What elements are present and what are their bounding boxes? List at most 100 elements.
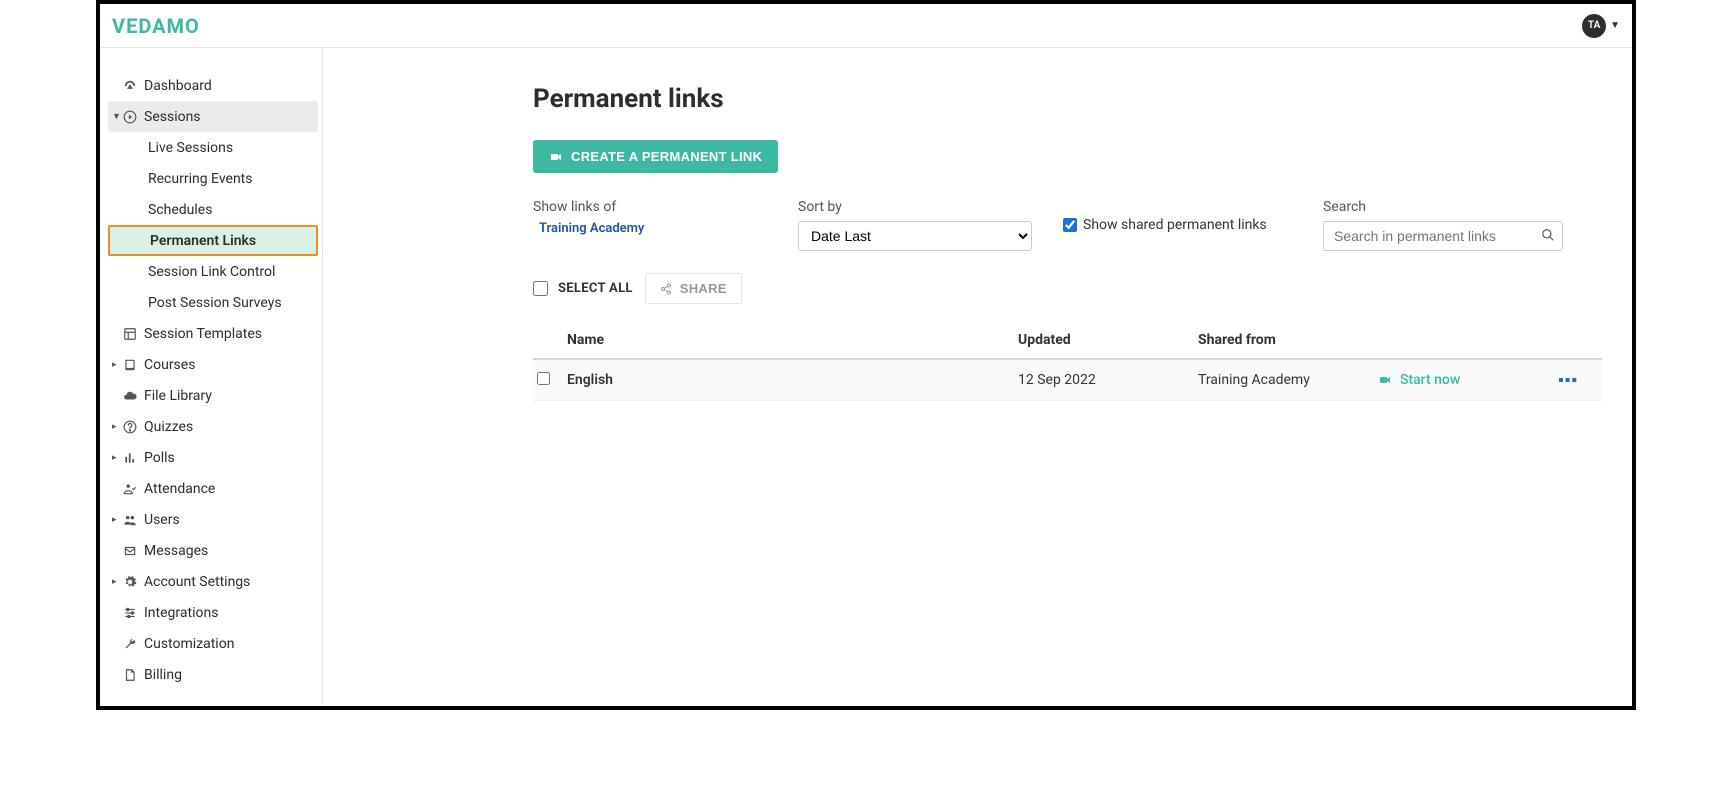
sidebar-item-label: Session Templates xyxy=(144,326,262,342)
sidebar-item-label: Billing xyxy=(144,667,182,683)
filter-label: Show links of xyxy=(533,199,798,215)
table-header: Name Updated Shared from xyxy=(533,322,1602,360)
page-title: Permanent links xyxy=(533,84,1602,114)
sidebar-item-label: Recurring Events xyxy=(148,171,253,187)
sidebar-item-messages[interactable]: Messages xyxy=(108,535,322,566)
filter-show-links-link[interactable]: Training Academy xyxy=(533,221,798,236)
sidebar-item-label: Polls xyxy=(144,450,175,466)
logo[interactable]: VEDAMO xyxy=(112,14,200,38)
chevron-right-icon: ▸ xyxy=(112,577,117,587)
start-now-link[interactable]: Start now xyxy=(1378,372,1558,388)
sidebar-item-post-session-surveys[interactable]: Post Session Surveys xyxy=(108,287,322,318)
user-menu[interactable]: TA ▼ xyxy=(1582,14,1620,38)
sidebar-item-label: Integrations xyxy=(144,605,218,621)
sidebar-item-account-settings[interactable]: ▸ Account Settings xyxy=(108,566,322,597)
search-icon[interactable] xyxy=(1541,228,1555,242)
search-input[interactable] xyxy=(1323,221,1563,251)
sidebar-item-label: Users xyxy=(144,512,180,528)
template-icon xyxy=(122,327,138,341)
file-icon xyxy=(122,668,138,682)
sidebar-item-schedules[interactable]: Schedules xyxy=(108,194,322,225)
sidebar-item-attendance[interactable]: Attendance xyxy=(108,473,322,504)
sliders-icon xyxy=(122,606,138,620)
sidebar-item-permanent-links[interactable]: Permanent Links xyxy=(108,225,318,256)
wrench-icon xyxy=(122,637,138,651)
sidebar: Dashboard ▼ Sessions Live Sessions Recur… xyxy=(100,48,323,706)
filter-show-links: Show links of Training Academy xyxy=(533,199,798,236)
sidebar-item-courses[interactable]: ▸ Courses xyxy=(108,349,322,380)
users-icon xyxy=(122,513,138,527)
share-button[interactable]: SHARE xyxy=(645,273,742,304)
share-icon xyxy=(660,283,672,295)
sidebar-item-polls[interactable]: ▸ Polls xyxy=(108,442,322,473)
more-actions-button[interactable]: ▪▪▪ xyxy=(1558,370,1598,390)
checkbox-label: Show shared permanent links xyxy=(1083,217,1267,233)
links-table: Name Updated Shared from English 12 Sep … xyxy=(533,322,1602,401)
sidebar-item-label: Messages xyxy=(144,543,208,559)
sidebar-item-label: Attendance xyxy=(144,481,215,497)
filters-row: Show links of Training Academy Sort by D… xyxy=(533,199,1602,251)
row-updated: 12 Sep 2022 xyxy=(1018,372,1198,388)
sidebar-item-label: Live Sessions xyxy=(148,140,233,156)
col-updated: Updated xyxy=(1018,332,1198,348)
sidebar-item-recurring-events[interactable]: Recurring Events xyxy=(108,163,322,194)
sidebar-item-session-templates[interactable]: Session Templates xyxy=(108,318,322,349)
chevron-right-icon: ▸ xyxy=(112,515,117,525)
sidebar-item-label: Quizzes xyxy=(144,419,193,435)
video-icon xyxy=(549,151,563,163)
sidebar-item-label: Customization xyxy=(144,636,234,652)
sidebar-item-label: Dashboard xyxy=(144,78,212,94)
caret-down-icon: ▼ xyxy=(1610,20,1620,31)
main-content: Permanent links CREATE A PERMANENT LINK … xyxy=(323,48,1632,706)
sidebar-item-label: Permanent Links xyxy=(150,233,256,249)
col-shared-from: Shared from xyxy=(1198,332,1378,348)
sidebar-item-sessions[interactable]: ▼ Sessions xyxy=(108,101,318,132)
sidebar-item-billing[interactable]: Billing xyxy=(108,659,322,690)
sidebar-item-users[interactable]: ▸ Users xyxy=(108,504,322,535)
table-row: English 12 Sep 2022 Training Academy Sta… xyxy=(533,360,1602,401)
sidebar-item-file-library[interactable]: File Library xyxy=(108,380,322,411)
chevron-right-icon: ▸ xyxy=(112,360,117,370)
sidebar-item-label: Post Session Surveys xyxy=(148,295,282,311)
sidebar-item-label: Courses xyxy=(144,357,195,373)
gauge-icon xyxy=(122,79,138,93)
sidebar-item-customization[interactable]: Customization xyxy=(108,628,322,659)
sidebar-item-label: Schedules xyxy=(148,202,212,218)
question-icon xyxy=(122,420,138,434)
select-all-label: SELECT ALL xyxy=(558,281,633,296)
shared-checkbox-input[interactable] xyxy=(1063,218,1077,232)
row-shared-from: Training Academy xyxy=(1198,372,1378,388)
select-all-checkbox[interactable] xyxy=(533,281,548,296)
filter-shared: Show shared permanent links xyxy=(1063,199,1323,233)
button-label: SHARE xyxy=(680,281,727,296)
button-label: CREATE A PERMANENT LINK xyxy=(571,149,762,164)
sidebar-item-session-link-control[interactable]: Session Link Control xyxy=(108,256,322,287)
poll-icon xyxy=(122,451,138,465)
filter-sort: Sort by Date Last xyxy=(798,199,1063,251)
filter-label: Sort by xyxy=(798,199,1063,215)
chevron-right-icon: ▸ xyxy=(112,422,117,432)
avatar: TA xyxy=(1582,14,1606,38)
row-checkbox[interactable] xyxy=(537,372,550,385)
envelope-icon xyxy=(122,544,138,558)
app-frame: VEDAMO TA ▼ Dashboard ▼ Sessions Live Se… xyxy=(96,0,1636,710)
sidebar-item-quizzes[interactable]: ▸ Quizzes xyxy=(108,411,322,442)
sidebar-item-label: Session Link Control xyxy=(148,264,275,280)
select-all[interactable]: SELECT ALL xyxy=(533,281,633,296)
chevron-right-icon: ▸ xyxy=(112,453,117,463)
chevron-down-icon: ▼ xyxy=(112,111,121,122)
book-icon xyxy=(122,358,138,372)
sort-select[interactable]: Date Last xyxy=(798,221,1032,251)
bulk-actions: SELECT ALL SHARE xyxy=(533,273,1602,304)
create-permanent-link-button[interactable]: CREATE A PERMANENT LINK xyxy=(533,140,778,173)
sidebar-item-dashboard[interactable]: Dashboard xyxy=(108,70,322,101)
sidebar-item-live-sessions[interactable]: Live Sessions xyxy=(108,132,322,163)
start-label: Start now xyxy=(1400,372,1460,388)
sidebar-item-integrations[interactable]: Integrations xyxy=(108,597,322,628)
col-name: Name xyxy=(567,332,1018,348)
filter-label: Search xyxy=(1323,199,1602,215)
shared-checkbox[interactable]: Show shared permanent links xyxy=(1063,217,1323,233)
play-icon xyxy=(122,110,138,124)
row-name: English xyxy=(567,372,1018,388)
cloud-icon xyxy=(122,389,138,403)
